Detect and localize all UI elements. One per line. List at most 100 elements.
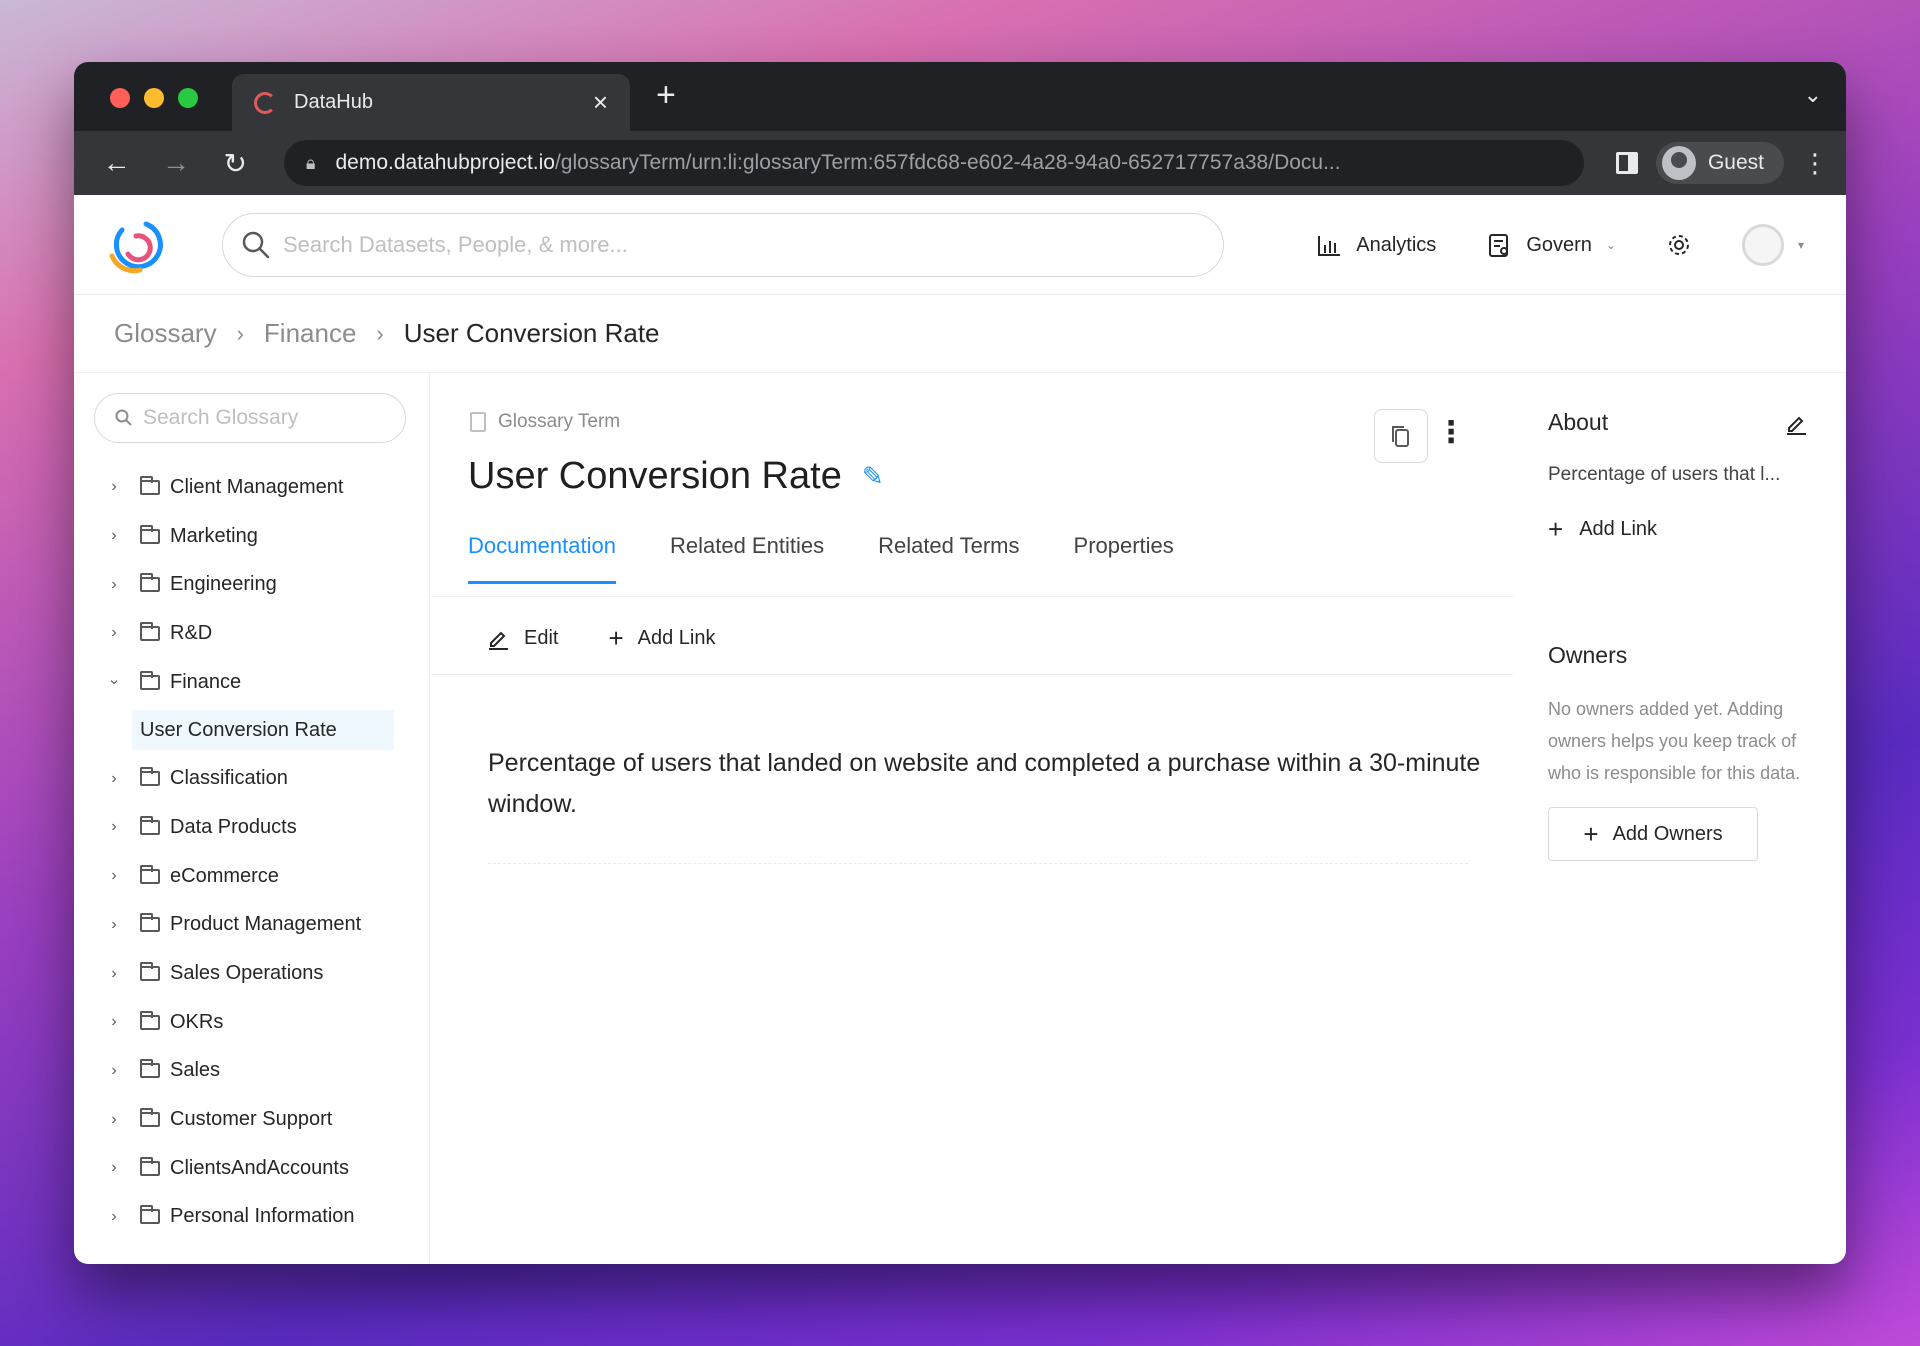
sidebar-item-product-management[interactable]: › Product Management bbox=[94, 901, 409, 950]
glossary-tree: › Client Management › Marketing › Engineeri… bbox=[94, 463, 409, 1241]
chevron-right-icon[interactable]: › bbox=[100, 478, 128, 496]
profile-name: Guest bbox=[1707, 151, 1764, 174]
close-tab-icon[interactable]: × bbox=[593, 87, 608, 118]
user-menu[interactable]: ▾ bbox=[1741, 224, 1804, 266]
folder-icon bbox=[140, 524, 160, 544]
side-panel-icon[interactable] bbox=[1615, 152, 1638, 174]
sidebar-item-data-products[interactable]: › Data Products bbox=[94, 803, 409, 852]
sidebar-item-clients-and-accounts[interactable]: › ClientsAndAccounts bbox=[94, 1144, 409, 1193]
more-options-icon[interactable]: ⋮ bbox=[1436, 413, 1466, 453]
sidebar-item-marketing[interactable]: › Marketing bbox=[94, 512, 409, 561]
chevron-right-icon[interactable]: › bbox=[100, 916, 128, 934]
chevron-right-icon[interactable]: › bbox=[100, 770, 128, 788]
chevron-right-icon[interactable]: › bbox=[100, 1111, 128, 1129]
edit-documentation-button[interactable]: Edit bbox=[486, 625, 558, 651]
tab-properties[interactable]: Properties bbox=[1074, 533, 1174, 584]
sidebar-item-label: Sales bbox=[170, 1059, 221, 1082]
caret-down-icon: ▾ bbox=[1797, 238, 1804, 252]
window-controls bbox=[110, 88, 198, 108]
add-link-button[interactable]: + Add Link bbox=[608, 625, 715, 651]
browser-menu-icon[interactable]: ⋮ bbox=[1802, 148, 1828, 179]
sidebar-item-classification[interactable]: › Classification bbox=[94, 754, 409, 803]
chevron-right-icon[interactable]: › bbox=[100, 1062, 128, 1080]
sidebar-item-okrs[interactable]: › OKRs bbox=[94, 998, 409, 1047]
address-bar[interactable]: 🔒︎ demo.datahubproject.io /glossaryTerm/… bbox=[283, 140, 1584, 186]
browser-toolbar: ← → ↻ 🔒︎ demo.datahubproject.io /glossar… bbox=[74, 131, 1846, 195]
entity-type-label: Glossary Term bbox=[498, 411, 621, 432]
breadcrumb-glossary[interactable]: Glossary bbox=[114, 318, 217, 349]
minimize-window-button[interactable] bbox=[144, 88, 164, 108]
folder-icon bbox=[140, 670, 160, 690]
chevron-down-icon: ⌄ bbox=[1605, 238, 1616, 252]
chevron-right-icon[interactable]: › bbox=[100, 818, 128, 836]
lock-icon: 🔒︎ bbox=[305, 152, 316, 173]
chevron-right-icon[interactable]: › bbox=[100, 576, 128, 594]
sidebar-item-client-management[interactable]: › Client Management bbox=[94, 463, 409, 512]
sidebar-item-label: Sales Operations bbox=[170, 962, 324, 985]
chevron-right-icon[interactable]: › bbox=[100, 1013, 128, 1031]
close-window-button[interactable] bbox=[110, 88, 130, 108]
chevron-right-icon[interactable]: › bbox=[100, 624, 128, 642]
about-section-header: About bbox=[1548, 409, 1808, 436]
plus-icon: + bbox=[608, 623, 624, 653]
tab-related-entities[interactable]: Related Entities bbox=[670, 533, 824, 584]
analytics-label: Analytics bbox=[1356, 233, 1437, 256]
glossary-search-input[interactable]: Search Glossary bbox=[94, 393, 406, 443]
sidebar-item-label: Finance bbox=[170, 670, 242, 693]
sidebar-item-label: R&D bbox=[170, 621, 213, 644]
sidebar-right: About Percentage of users that l... + Ad… bbox=[1514, 373, 1844, 1263]
govern-menu[interactable]: Govern ⌄ bbox=[1486, 232, 1616, 258]
tab-documentation[interactable]: Documentation bbox=[468, 533, 616, 584]
about-add-link-button[interactable]: + Add Link bbox=[1548, 516, 1808, 542]
chevron-right-icon[interactable]: › bbox=[100, 1208, 128, 1226]
sidebar-item-sales-operations[interactable]: › Sales Operations bbox=[94, 949, 409, 998]
breadcrumb-finance[interactable]: Finance bbox=[264, 318, 357, 349]
owners-heading: Owners bbox=[1548, 642, 1628, 668]
sidebar-item-user-conversion-rate[interactable]: User Conversion Rate bbox=[132, 710, 394, 751]
analytics-link[interactable]: Analytics bbox=[1316, 232, 1436, 258]
govern-icon bbox=[1489, 234, 1509, 257]
entity-title-text: User Conversion Rate bbox=[468, 455, 842, 497]
tab-related-terms[interactable]: Related Terms bbox=[878, 533, 1019, 584]
folder-icon bbox=[140, 475, 160, 495]
back-arrow-icon[interactable]: ← bbox=[92, 147, 141, 179]
edit-label: Edit bbox=[524, 626, 559, 649]
settings-button[interactable] bbox=[1666, 232, 1692, 258]
chevron-right-icon[interactable]: › bbox=[100, 1159, 128, 1177]
chevron-right-icon[interactable]: › bbox=[100, 965, 128, 983]
sidebar-item-personal-information[interactable]: › Personal Information bbox=[94, 1193, 409, 1242]
chevron-down-icon[interactable]: › bbox=[105, 668, 123, 696]
glossary-sidebar: Search Glossary › Client Management › Mark… bbox=[74, 373, 430, 1263]
folder-icon bbox=[140, 573, 160, 593]
reload-icon[interactable]: ↻ bbox=[211, 147, 260, 180]
folder-icon bbox=[140, 767, 160, 787]
browser-window: DataHub × + ⌄ ← → ↻ 🔒︎ demo.datahubproje… bbox=[74, 62, 1846, 1264]
sidebar-item-engineering[interactable]: › Engineering bbox=[94, 560, 409, 609]
sidebar-item-r-and-d[interactable]: › R&D bbox=[94, 609, 409, 658]
browser-tab[interactable]: DataHub × bbox=[232, 74, 630, 131]
url-host: demo.datahubproject.io bbox=[335, 151, 555, 174]
sidebar-item-sales[interactable]: › Sales bbox=[94, 1047, 409, 1096]
plus-icon: + bbox=[1548, 514, 1564, 544]
chevron-right-icon[interactable]: › bbox=[100, 527, 128, 545]
sidebar-item-label: Product Management bbox=[170, 913, 362, 936]
sidebar-item-customer-support[interactable]: › Customer Support bbox=[94, 1095, 409, 1144]
chevron-right-icon[interactable]: › bbox=[100, 867, 128, 885]
maximize-window-button[interactable] bbox=[178, 88, 198, 108]
copy-urn-button[interactable] bbox=[1374, 409, 1428, 463]
gear-icon bbox=[1668, 235, 1689, 255]
sidebar-item-finance[interactable]: › Finance bbox=[94, 658, 409, 707]
global-search-input[interactable]: Search Datasets, People, & more... bbox=[222, 212, 1224, 277]
forward-arrow-icon[interactable]: → bbox=[151, 147, 200, 179]
page-title: User Conversion Rate ✎ bbox=[468, 455, 884, 498]
profile-button[interactable]: Guest bbox=[1655, 142, 1784, 184]
sidebar-item-ecommerce[interactable]: › eCommerce bbox=[94, 852, 409, 901]
bar-chart-icon bbox=[1318, 236, 1341, 256]
tab-search-chevron-icon[interactable]: ⌄ bbox=[1804, 82, 1822, 108]
folder-icon bbox=[140, 815, 160, 835]
edit-pencil-icon[interactable]: ✎ bbox=[862, 461, 884, 492]
edit-icon[interactable] bbox=[1784, 411, 1808, 435]
datahub-logo[interactable] bbox=[106, 216, 170, 274]
add-owners-button[interactable]: + Add Owners bbox=[1548, 807, 1758, 861]
new-tab-icon[interactable]: + bbox=[656, 76, 676, 115]
